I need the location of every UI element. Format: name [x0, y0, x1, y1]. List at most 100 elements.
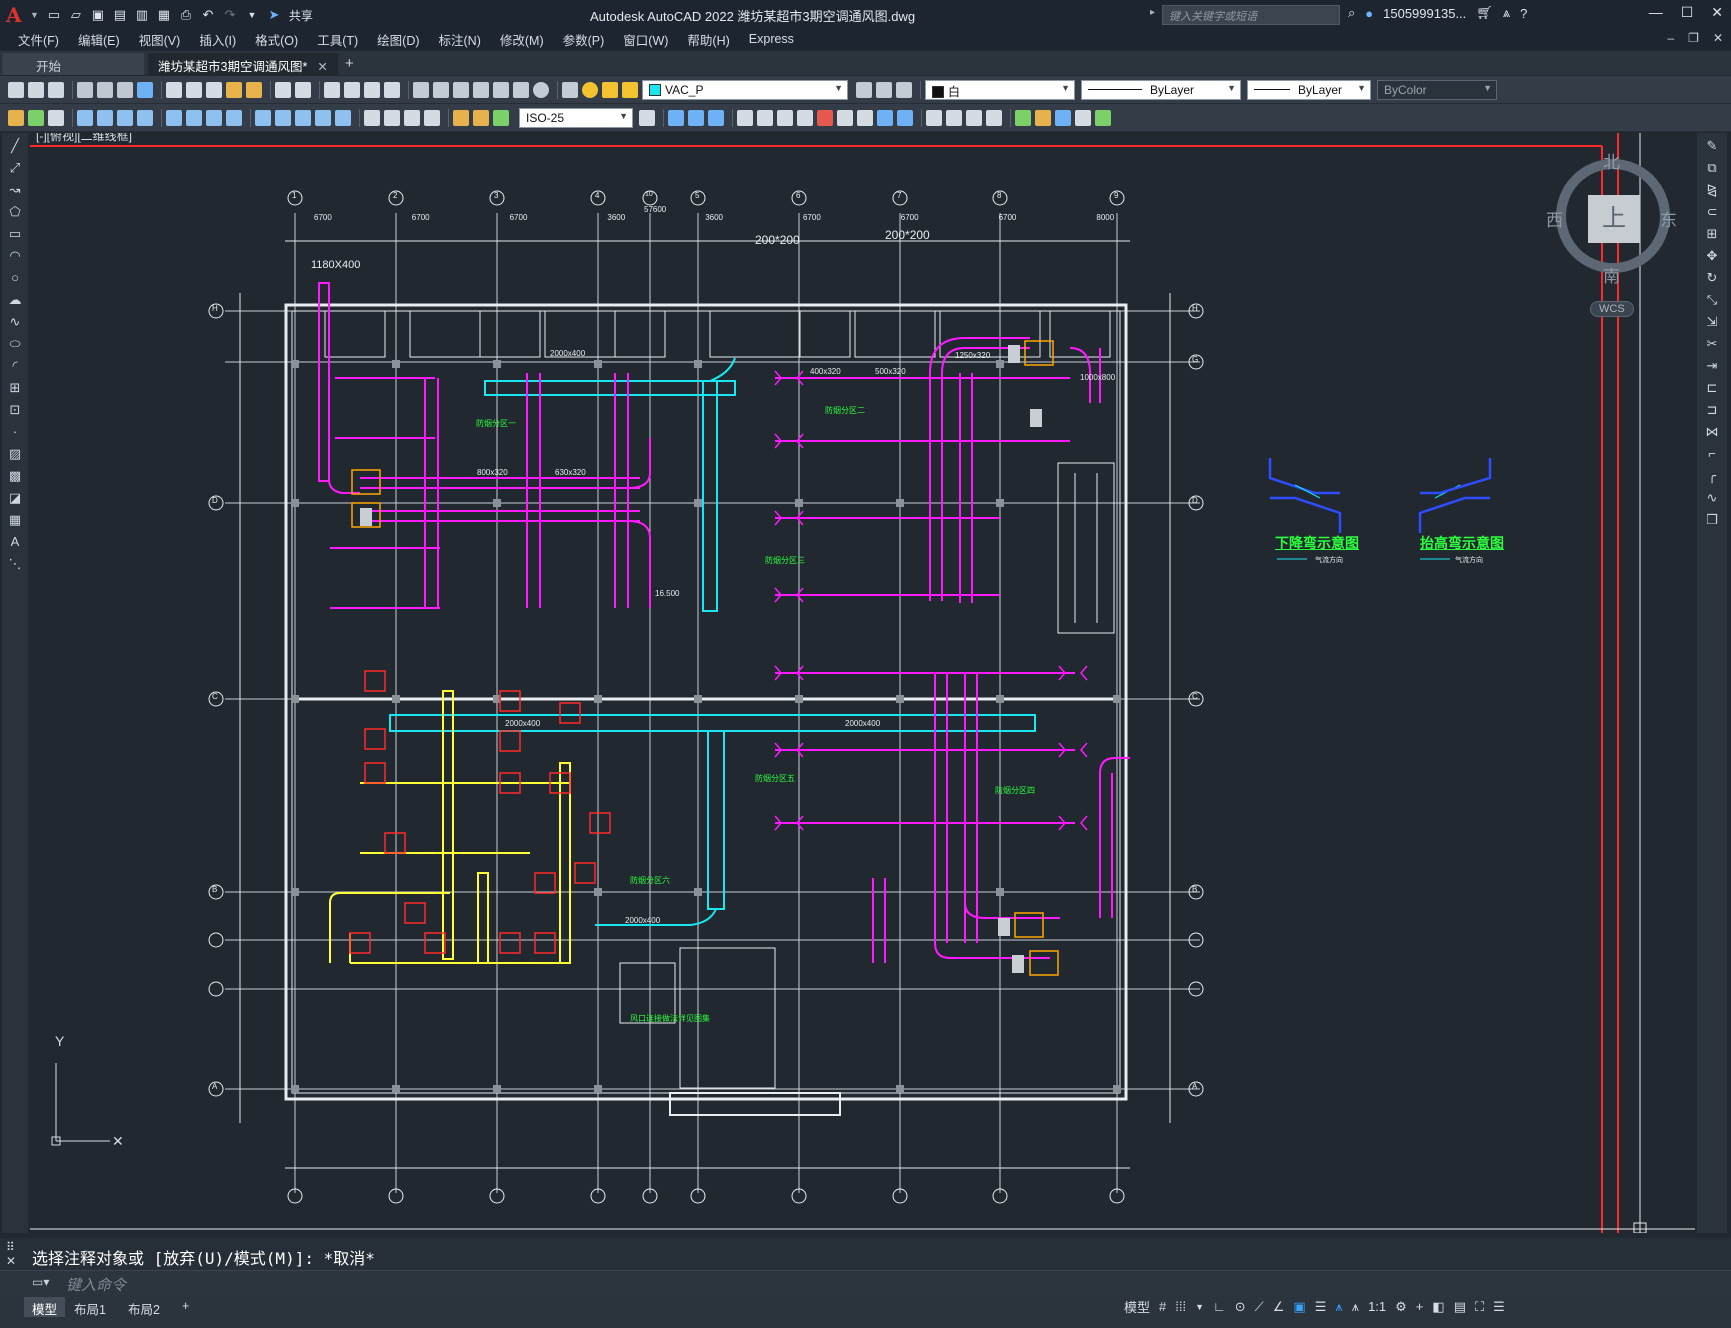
publish-icon[interactable]: ▥	[133, 6, 151, 24]
help-tool-icon[interactable]	[533, 81, 549, 98]
color-dropdown[interactable]: 白 ▼	[925, 79, 1075, 100]
zoom-realtime-icon[interactable]	[344, 81, 360, 98]
array-tool-icon[interactable]: ⊞	[1702, 225, 1722, 243]
draworder-front-icon[interactable]	[1015, 109, 1031, 126]
search-icon[interactable]: ⌕	[1348, 5, 1355, 21]
plus-icon[interactable]: +	[1416, 1299, 1424, 1314]
fillet-tool-icon[interactable]: ╭	[1702, 467, 1722, 485]
chevron-down-icon[interactable]: ▼	[1195, 1302, 1204, 1312]
polyline-icon[interactable]: ↝	[6, 181, 24, 199]
osnap-icon[interactable]: ▣	[1293, 1299, 1305, 1315]
new-file-icon[interactable]: ▭	[45, 6, 63, 24]
offset-tool-icon[interactable]: ⊂	[1702, 203, 1722, 221]
ellipse-arc-icon[interactable]: ◜	[6, 357, 24, 375]
plotstyle-dropdown[interactable]: ByColor ▼	[1377, 79, 1497, 100]
lineweight-icon[interactable]: ☰	[1315, 1299, 1327, 1315]
center-mark-icon[interactable]	[384, 109, 400, 126]
doc-close-icon[interactable]: ✕	[1713, 31, 1723, 45]
copy-icon[interactable]	[186, 81, 202, 98]
open-file-icon[interactable]: ▱	[67, 6, 85, 24]
blend-curves-icon[interactable]: ∿	[1702, 489, 1722, 507]
dim-baseline-icon[interactable]	[275, 109, 291, 126]
zoom-window-icon[interactable]	[364, 81, 380, 98]
dim-linear-icon[interactable]	[77, 109, 93, 126]
dim-space-icon[interactable]	[315, 109, 331, 126]
dim-text-edit-icon[interactable]	[473, 109, 489, 126]
help-icon[interactable]: ?	[1520, 6, 1527, 21]
chamfer-icon[interactable]	[946, 109, 962, 126]
command-prompt-icon[interactable]: ▭▾	[32, 1275, 49, 1289]
extend-tool-icon[interactable]: ⇥	[1702, 357, 1722, 375]
layer-dropdown[interactable]: VAC_P ▼	[642, 79, 848, 100]
dim-diameter-icon[interactable]	[206, 109, 222, 126]
drawing-canvas[interactable]: [-][俯视][二维线框] 1180X400 200*200 200*200 5…	[30, 133, 1695, 1233]
compass-south[interactable]: 南	[1603, 262, 1620, 287]
construction-line-icon[interactable]: ⤢	[6, 159, 24, 177]
menu-edit[interactable]: 编辑(E)	[78, 30, 120, 49]
chamfer-tool-icon[interactable]: ⌐	[1702, 445, 1722, 463]
extend-icon[interactable]	[877, 109, 893, 126]
point-icon[interactable]: ·	[6, 423, 24, 441]
quick-dim-icon[interactable]	[255, 109, 271, 126]
layer-previous-icon[interactable]	[876, 81, 892, 98]
close-icon[interactable]: ✕	[1711, 4, 1723, 21]
auto-scale-icon[interactable]: ⩚	[1352, 1299, 1359, 1315]
make-current-layer-icon[interactable]	[856, 81, 872, 98]
break-point-icon[interactable]: ⊏	[1702, 379, 1722, 397]
pan-icon[interactable]	[324, 81, 340, 98]
save-as-icon[interactable]: ▤	[111, 6, 129, 24]
draworder-below-icon[interactable]	[1075, 109, 1091, 126]
polygon-icon[interactable]: ⬠	[6, 203, 24, 221]
annotation-visibility-icon[interactable]: ⩚	[1335, 1299, 1342, 1315]
erase-tool-icon[interactable]: ✎	[1702, 137, 1722, 155]
trim-tool-icon[interactable]: ✂	[1702, 335, 1722, 353]
publish-tool-icon[interactable]	[117, 81, 133, 98]
dim-jogged-icon[interactable]	[186, 109, 202, 126]
block-editor-icon[interactable]	[246, 81, 262, 98]
customize-chevron-icon[interactable]: ▼	[243, 6, 261, 24]
inspect-icon[interactable]	[404, 109, 420, 126]
explode-icon[interactable]	[986, 109, 1002, 126]
dimstyle-dropdown[interactable]: ISO-25 ▼	[519, 107, 633, 128]
revision-cloud-icon[interactable]: ☁︎	[6, 291, 24, 309]
annotation-scale[interactable]: 1:1	[1368, 1299, 1386, 1314]
compass-east[interactable]: 东	[1660, 206, 1677, 231]
calculator-icon[interactable]	[513, 81, 529, 98]
maximize-icon[interactable]: ☐	[1681, 4, 1694, 21]
command-line[interactable]: ▭▾ 键入命令	[0, 1270, 1731, 1294]
customize-icon[interactable]: ☰	[1493, 1299, 1505, 1315]
compass-north[interactable]: 北	[1603, 148, 1620, 173]
tab-layout1[interactable]: 布局1	[66, 1297, 114, 1317]
stretch-tool-icon[interactable]: ⇲	[1702, 313, 1722, 331]
erase-icon[interactable]	[668, 109, 684, 126]
layer-on-icon[interactable]	[582, 81, 598, 98]
menu-modify[interactable]: 修改(M)	[500, 30, 544, 49]
dimstyle-manager-icon[interactable]	[639, 109, 655, 126]
match-properties-icon[interactable]	[226, 81, 242, 98]
dim-edit-icon[interactable]	[453, 109, 469, 126]
isodraft-icon[interactable]: ⟋	[1255, 1299, 1264, 1315]
share-button[interactable]: 共享	[289, 7, 313, 24]
rotate-tool-icon[interactable]: ↻	[1702, 269, 1722, 287]
print-icon[interactable]: ⎙	[177, 6, 195, 24]
dim-aligned-icon[interactable]	[97, 109, 113, 126]
share-icon[interactable]: ➤	[265, 6, 283, 24]
copy-tool-icon[interactable]: ⧉	[1702, 159, 1722, 177]
isolate-icon[interactable]: ◧	[1432, 1299, 1444, 1315]
rectangle-icon[interactable]: ▭	[6, 225, 24, 243]
polar-icon[interactable]: ⊙	[1235, 1299, 1246, 1315]
osnap-tracking-icon[interactable]: ∠	[1273, 1299, 1285, 1315]
model-space-button[interactable]: 模型	[1124, 1297, 1150, 1316]
plot-tool-icon[interactable]	[77, 81, 93, 98]
layer-unlock-icon[interactable]	[622, 81, 638, 98]
line-icon[interactable]: ╱	[6, 137, 24, 155]
grip-icon[interactable]: ⠿	[6, 1240, 21, 1254]
copy-obj-icon[interactable]	[688, 109, 704, 126]
ortho-icon[interactable]: ∟	[1213, 1299, 1226, 1314]
preview-icon[interactable]	[97, 81, 113, 98]
region-icon[interactable]: ◪	[6, 489, 24, 507]
fillet-icon[interactable]	[966, 109, 982, 126]
close-command-icon[interactable]: ✕	[6, 1254, 21, 1268]
jogged-linear-icon[interactable]	[424, 109, 440, 126]
move-tool-icon[interactable]: ✥	[1702, 247, 1722, 265]
